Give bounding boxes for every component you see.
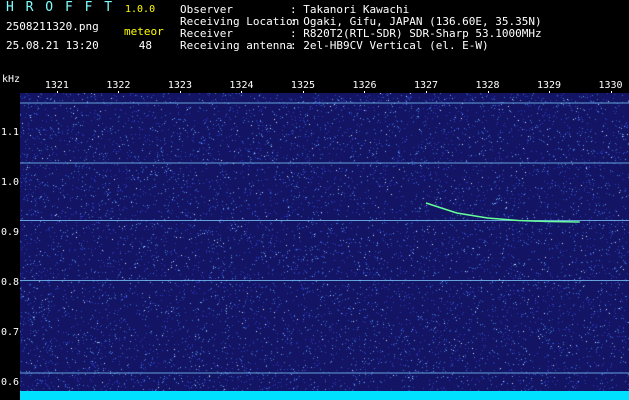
x-tick-label: 1323 [167, 80, 192, 91]
header-panel: H R O F F T 1.0.0 2508211320.png 25.08.2… [0, 0, 629, 74]
x-tick-label: 1325 [290, 80, 316, 91]
file-name: 2508211320.png [6, 20, 99, 33]
x-tick-label: 1330 [598, 80, 623, 91]
event-label: meteor [124, 25, 164, 38]
meteor-trace [425, 202, 580, 223]
x-tick-label: 1329 [536, 80, 562, 91]
antenna-value: : 2el-HB9CV Vertical (el. E-W) [290, 39, 489, 52]
x-tick-label: 1321 [44, 80, 69, 91]
datetime: 25.08.21 13:20 [6, 39, 99, 52]
y-tick-label: 0.8 [1, 277, 20, 288]
app-title: H R O F F T [6, 0, 115, 15]
spectrogram-plot [20, 93, 629, 393]
signal-level-strip [20, 391, 629, 400]
x-tick-label: 1322 [106, 80, 131, 91]
app-version: 1.0.0 [125, 4, 156, 15]
x-tick-label: 1328 [475, 80, 500, 91]
event-count: 48 [138, 39, 152, 52]
y-tick-label: 1.1 [1, 127, 20, 138]
y-tick-label: 1.0 [1, 177, 20, 188]
y-tick-label: 0.6 [1, 377, 20, 388]
x-tick-label: 1327 [413, 80, 439, 91]
x-tick-label: 1324 [229, 80, 254, 91]
antenna-label: Receiving antenna [180, 39, 293, 52]
x-tick-label: 1326 [352, 80, 377, 91]
y-tick-label: 0.9 [1, 227, 20, 238]
y-tick-label: 0.7 [1, 327, 20, 338]
spectrogram-overlay [20, 102, 629, 374]
y-axis-unit: kHz [2, 74, 21, 85]
